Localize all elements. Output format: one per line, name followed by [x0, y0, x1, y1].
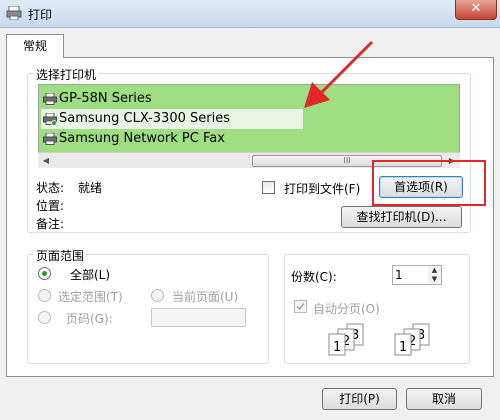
print-to-file-label[interactable]: 打印到文件(F)	[284, 180, 360, 197]
tab-general[interactable]: 常规	[6, 34, 64, 58]
printer-title-icon	[6, 6, 22, 20]
collate-page-1: 1	[333, 340, 341, 355]
spinner-down-icon[interactable]: ▼	[428, 275, 441, 284]
status-label: 状态:	[36, 181, 65, 195]
printer-icon	[43, 113, 57, 125]
print-to-file-checkbox[interactable]	[262, 181, 275, 194]
find-printer-button-label: 查找打印机(D)...	[356, 210, 447, 224]
printer-name: GP-58N Series	[59, 91, 152, 106]
tab-general-label: 常规	[22, 39, 47, 53]
page-range-current-radio[interactable]	[151, 289, 164, 302]
page-range-pages-label[interactable]: 页码(G):	[66, 310, 113, 327]
page-range-all-label[interactable]: 全部(L)	[70, 266, 110, 283]
close-button[interactable]: ✕	[455, 0, 497, 20]
page-range-current-label[interactable]: 当前页面(U)	[172, 288, 238, 305]
copies-input[interactable]: 1	[392, 265, 429, 285]
title-bar: 打印 ✕	[0, 0, 500, 28]
printer-icon	[43, 93, 57, 105]
find-printer-button[interactable]: 查找打印机(D)...	[341, 206, 462, 228]
pages-input[interactable]	[151, 308, 246, 327]
page-range-all-radio[interactable]	[38, 267, 51, 280]
scroll-left-icon[interactable]: ◀	[38, 153, 54, 169]
page-range-caption: 页面范围	[34, 247, 87, 264]
collate-label[interactable]: 自动分页(O)	[313, 300, 380, 317]
printer-item-gp58n[interactable]: GP-58N Series	[41, 89, 301, 109]
cancel-button-label: 取消	[431, 392, 456, 406]
collate-checkbox[interactable]	[294, 300, 307, 313]
page-range-selection-radio[interactable]	[38, 289, 51, 302]
print-button-label: 打印(P)	[339, 392, 380, 406]
copies-label: 份数(C):	[291, 270, 337, 284]
collate-icon: 3 2 1 3 2 1	[328, 323, 430, 356]
annotation-highlight-box	[372, 160, 486, 206]
cancel-button[interactable]: 取消	[406, 388, 482, 410]
printer-name: Samsung Network PC Fax	[59, 131, 225, 146]
window-title: 打印	[28, 8, 53, 22]
fax-printer-icon	[43, 133, 57, 145]
printer-name: Samsung CLX-3300 Series	[59, 111, 230, 126]
page-range-pages-radio[interactable]	[38, 311, 51, 324]
printer-item-samsung-fax[interactable]: Samsung Network PC Fax	[41, 129, 301, 149]
collate-page-1: 1	[399, 340, 407, 355]
annotation-arrow	[304, 40, 374, 108]
printer-item-samsung-clx3300[interactable]: Samsung CLX-3300 Series	[41, 109, 303, 129]
checkmark-icon	[296, 302, 305, 311]
select-printer-caption: 选择打印机	[34, 66, 99, 83]
copies-spinner[interactable]: ▲ ▼	[428, 265, 442, 285]
location-label: 位置:	[36, 199, 65, 213]
copies-input-value: 1	[395, 268, 403, 282]
close-icon: ✕	[470, 1, 482, 16]
radio-checked-dot	[42, 271, 47, 276]
scroll-grip: III	[343, 156, 351, 165]
page-range-selection-label[interactable]: 选定范围(T)	[58, 288, 123, 305]
spinner-up-icon[interactable]: ▲	[428, 266, 441, 275]
status-value: 就绪	[78, 181, 103, 195]
comment-label: 备注:	[36, 217, 65, 231]
print-button[interactable]: 打印(P)	[322, 388, 397, 410]
